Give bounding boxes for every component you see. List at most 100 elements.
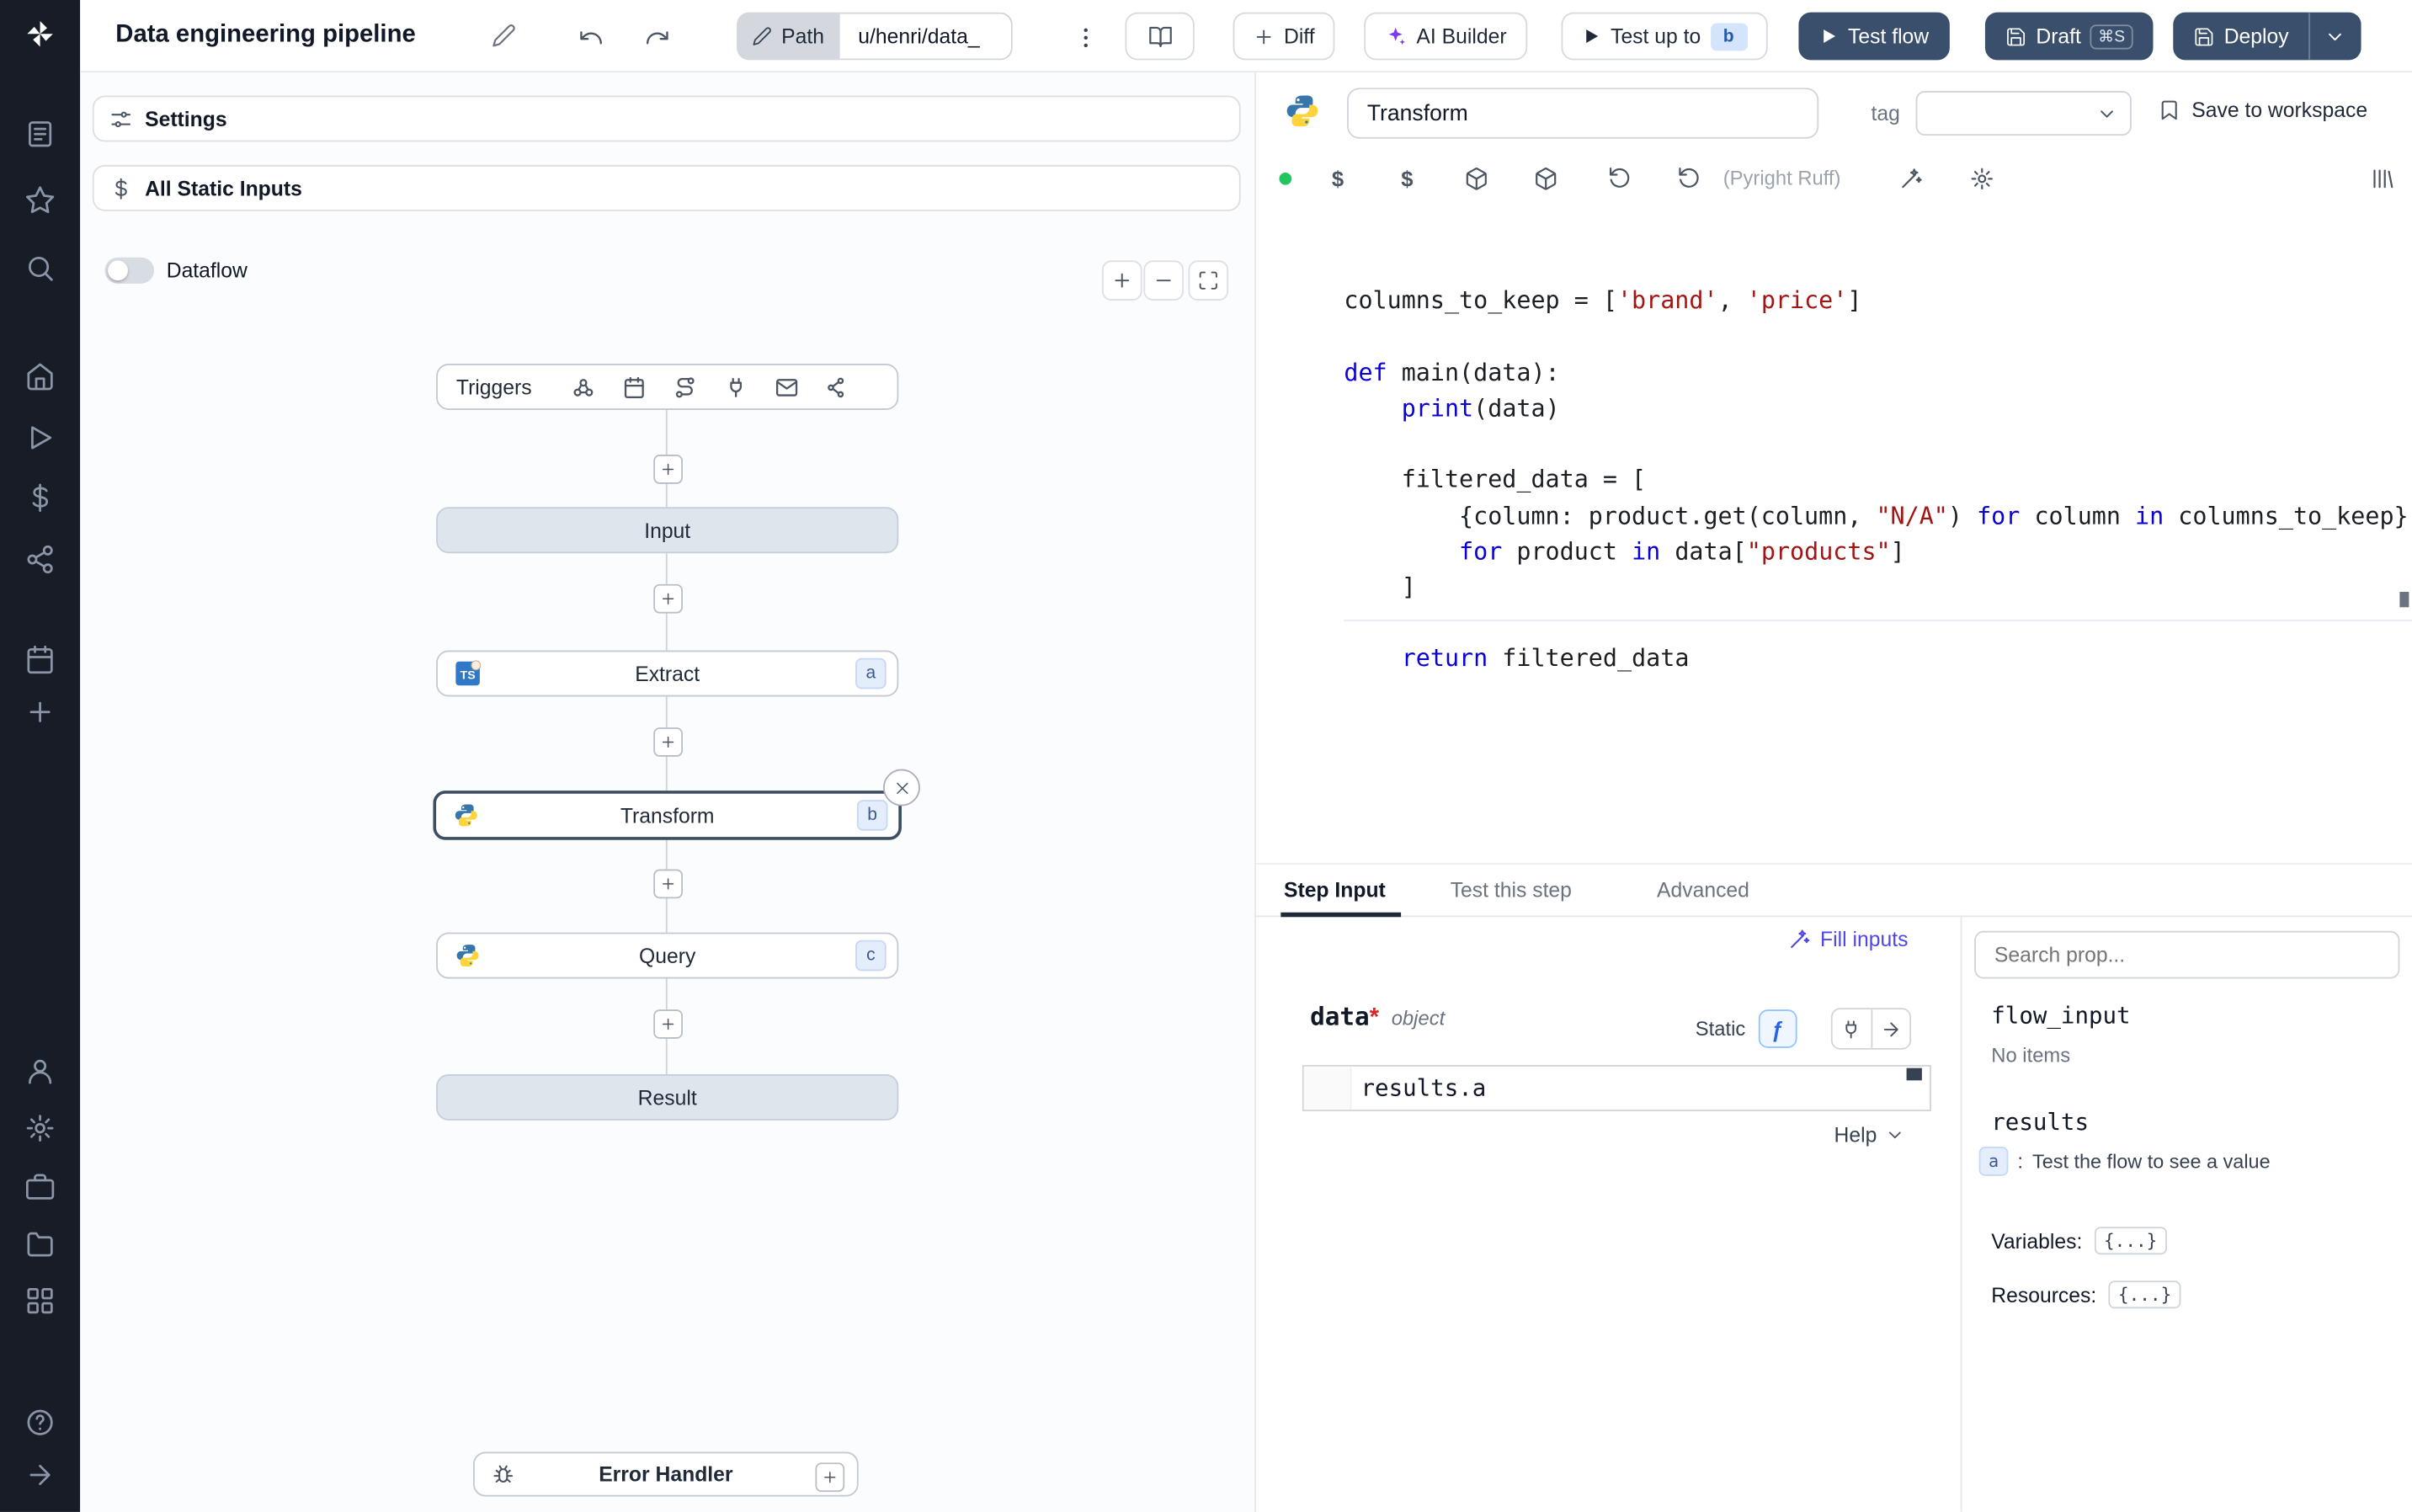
expression-resize-handle[interactable] <box>1906 1067 1922 1081</box>
draft-button[interactable]: Draft ⌘S <box>1984 12 2154 61</box>
variable-picker-icon[interactable]: $ <box>1318 159 1358 200</box>
code-lines: columns_to_keep = ['brand', 'price'] def… <box>1344 285 2412 678</box>
resources-hub-icon[interactable] <box>24 544 56 575</box>
library-icon[interactable] <box>2362 159 2403 200</box>
path-input[interactable] <box>839 12 1013 61</box>
ai-builder-button[interactable]: AI Builder <box>1364 12 1527 61</box>
editor-settings-gear-icon[interactable] <box>1962 159 2002 200</box>
more-options-kebab-icon[interactable] <box>1062 13 1108 60</box>
resource-picker-icon[interactable]: $ <box>1387 159 1428 200</box>
test-up-to-step-badge: b <box>1710 22 1748 51</box>
reload-icon[interactable] <box>1600 159 1640 200</box>
expression-value: results.a <box>1360 1073 1487 1102</box>
edit-title-icon[interactable] <box>492 23 516 47</box>
redo-button[interactable] <box>633 13 679 60</box>
variables-row: Variables: {...} <box>1991 1227 2167 1255</box>
user-icon[interactable] <box>24 1056 56 1087</box>
fit-view-button[interactable] <box>1188 260 1229 301</box>
result-node[interactable]: Result <box>436 1073 899 1121</box>
help-icon[interactable] <box>24 1407 56 1438</box>
draft-shortcut: ⌘S <box>2090 24 2133 49</box>
results-section-label[interactable]: results <box>1991 1108 2089 1136</box>
deploy-dropdown-chevron[interactable] <box>2308 12 2361 61</box>
email-trigger-icon[interactable] <box>775 375 798 398</box>
plug-icon[interactable] <box>1831 1009 1871 1048</box>
zoom-in-button[interactable] <box>1101 260 1142 301</box>
code-line: for product in data["products"] <box>1459 537 1905 566</box>
code-line: ] <box>1344 573 1416 602</box>
package-icon[interactable] <box>1456 159 1497 200</box>
python-icon <box>453 802 479 828</box>
add-plus-icon[interactable] <box>24 696 56 727</box>
code-editor[interactable]: columns_to_keep = ['brand', 'price'] def… <box>1256 205 2412 863</box>
apps-grid-icon[interactable] <box>24 1286 56 1317</box>
search-prop-input[interactable] <box>1974 930 2400 979</box>
undo-button[interactable] <box>567 13 614 60</box>
expression-input[interactable]: results.a <box>1302 1065 1931 1111</box>
add-step-button[interactable] <box>653 1009 684 1039</box>
extract-node[interactable]: TS Extract a <box>436 650 899 697</box>
schedules-calendar-icon[interactable] <box>24 644 56 675</box>
test-flow-button[interactable]: Test flow <box>1798 12 1949 61</box>
zoom-out-button[interactable] <box>1143 260 1184 301</box>
ai-wand-icon[interactable] <box>1891 159 1931 200</box>
websocket-trigger-icon[interactable] <box>724 375 747 398</box>
favorites-star-icon[interactable] <box>24 185 56 216</box>
folders-icon[interactable] <box>24 1228 56 1259</box>
error-handler-node[interactable]: Error Handler <box>473 1451 859 1497</box>
runs-play-icon[interactable] <box>24 423 56 454</box>
query-node[interactable]: Query c <box>436 932 899 979</box>
route-trigger-icon[interactable] <box>674 375 696 398</box>
flow-settings-button[interactable]: Settings <box>92 95 1241 142</box>
home-icon[interactable] <box>24 360 56 391</box>
deploy-button[interactable]: Deploy <box>2173 12 2309 61</box>
path-button[interactable]: Path <box>737 12 840 61</box>
lint-status-label[interactable]: (Pyright Ruff) <box>1723 167 1841 189</box>
arrow-right-icon[interactable] <box>1870 1009 1909 1048</box>
resources-object-badge[interactable]: {...} <box>2108 1280 2181 1309</box>
package-icon[interactable] <box>1525 159 1566 200</box>
search-icon[interactable] <box>24 253 56 284</box>
add-step-button[interactable] <box>653 727 684 757</box>
tag-select[interactable] <box>1915 91 2132 136</box>
variables-object-badge[interactable]: {...} <box>2094 1227 2167 1255</box>
dataflow-toggle-label: Dataflow <box>166 258 248 283</box>
webhook-trigger-icon[interactable] <box>572 375 594 398</box>
test-up-to-button[interactable]: Test up to b <box>1561 12 1767 61</box>
expression-gutter <box>1303 1066 1352 1110</box>
settings-gear-icon[interactable] <box>24 1113 56 1144</box>
tab-step-input[interactable]: Step Input <box>1284 865 1386 915</box>
expand-sidebar-arrow-icon[interactable] <box>24 1460 56 1491</box>
transform-node-selected[interactable]: Transform b <box>433 791 902 840</box>
runs-list-icon[interactable] <box>24 119 56 150</box>
diff-button[interactable]: Diff <box>1233 12 1335 61</box>
workers-briefcase-icon[interactable] <box>24 1171 56 1202</box>
flow-input-section-label[interactable]: flow_input <box>1991 1002 2130 1030</box>
reload-icon[interactable] <box>1669 159 1710 200</box>
tab-test-this-step[interactable]: Test this step <box>1451 865 1572 915</box>
active-tab-underline <box>1281 912 1402 917</box>
variables-dollar-icon[interactable] <box>24 482 56 514</box>
triggers-node[interactable]: Triggers <box>436 364 899 410</box>
add-error-handler-button[interactable] <box>815 1462 845 1493</box>
add-step-button[interactable] <box>653 455 684 484</box>
remove-step-close-icon[interactable] <box>882 769 920 807</box>
docs-book-button[interactable] <box>1125 12 1195 61</box>
add-step-button[interactable] <box>653 869 684 899</box>
tab-advanced[interactable]: Advanced <box>1657 865 1749 915</box>
result-row[interactable]: a : Test the flow to see a value <box>1978 1147 2271 1176</box>
step-name-input[interactable] <box>1347 88 1819 139</box>
input-node[interactable]: Input <box>436 507 899 554</box>
expression-mode-button[interactable]: ƒ <box>1757 1009 1797 1048</box>
add-step-button[interactable] <box>653 583 684 614</box>
arg-type: object <box>1391 1006 1446 1030</box>
code-line: print(data) <box>1401 394 1560 423</box>
kafka-trigger-icon[interactable] <box>826 375 849 398</box>
dataflow-toggle[interactable] <box>104 257 155 284</box>
windmill-logo[interactable] <box>24 19 56 50</box>
schedule-trigger-icon[interactable] <box>623 375 646 398</box>
all-static-inputs-button[interactable]: All Static Inputs <box>92 164 1241 211</box>
help-toggle[interactable]: Help <box>1834 1124 1905 1147</box>
save-to-workspace-button[interactable]: Save to workspace <box>2158 98 2367 122</box>
fill-inputs-button[interactable]: Fill inputs <box>1788 928 1908 951</box>
